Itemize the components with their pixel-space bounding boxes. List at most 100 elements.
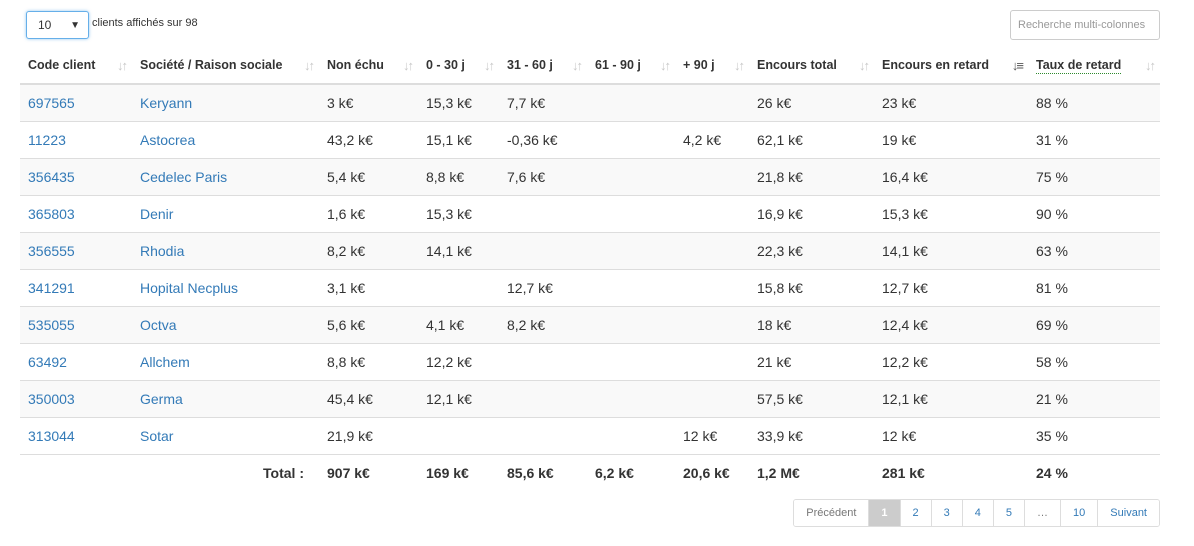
page-button[interactable]: 4 bbox=[961, 500, 993, 526]
cell-encours-total: 57,5 k€ bbox=[749, 379, 874, 417]
client-code-link[interactable]: 535055 bbox=[28, 317, 75, 333]
column-header-encours-retard[interactable]: Encours en retard ↓≡ bbox=[874, 47, 1028, 85]
company-link[interactable]: Germa bbox=[140, 391, 183, 407]
column-header-61-90j[interactable]: 61 - 90 j ↓↑ bbox=[587, 47, 675, 85]
cell-code-client: 356435 bbox=[20, 157, 132, 195]
cell-societe: Denir bbox=[132, 194, 319, 232]
total-label: Total : bbox=[20, 453, 319, 491]
column-header-label: + 90 j bbox=[683, 58, 715, 72]
cell-plus-90j bbox=[675, 194, 749, 232]
cell-code-client: 63492 bbox=[20, 342, 132, 380]
company-link[interactable]: Cedelec Paris bbox=[140, 169, 227, 185]
page-button[interactable]: 10 bbox=[1060, 500, 1098, 526]
cell-code-client: 11223 bbox=[20, 120, 132, 158]
company-link[interactable]: Astocrea bbox=[140, 132, 195, 148]
cell-61-90j bbox=[587, 231, 675, 269]
company-link[interactable]: Keryann bbox=[140, 95, 192, 111]
page-length-select[interactable]: 10 ▼ bbox=[26, 11, 89, 39]
column-header-label: Taux de retard bbox=[1036, 58, 1122, 74]
cell-encours-retard: 15,3 k€ bbox=[874, 194, 1028, 232]
cell-encours-total: 16,9 k€ bbox=[749, 194, 874, 232]
column-header-encours-total[interactable]: Encours total ↓↑ bbox=[749, 47, 874, 85]
page-button[interactable]: 3 bbox=[930, 500, 962, 526]
client-code-link[interactable]: 63492 bbox=[28, 354, 67, 370]
page-button[interactable]: 2 bbox=[899, 500, 931, 526]
next-page-button[interactable]: Suivant bbox=[1097, 500, 1159, 526]
cell-taux-retard: 75 % bbox=[1028, 157, 1160, 195]
client-code-link[interactable]: 11223 bbox=[28, 132, 66, 148]
cell-plus-90j: 12 k€ bbox=[675, 416, 749, 454]
column-header-31-60j[interactable]: 31 - 60 j ↓↑ bbox=[499, 47, 587, 85]
company-link[interactable]: Sotar bbox=[140, 428, 173, 444]
client-code-link[interactable]: 697565 bbox=[28, 95, 75, 111]
company-link[interactable]: Octva bbox=[140, 317, 177, 333]
cell-code-client: 350003 bbox=[20, 379, 132, 417]
previous-page-button[interactable]: Précédent bbox=[794, 500, 869, 526]
sort-icon: ↓↑ bbox=[304, 58, 315, 73]
cell-61-90j bbox=[587, 416, 675, 454]
page-button[interactable]: 1 bbox=[868, 500, 900, 526]
cell-encours-total: 21 k€ bbox=[749, 342, 874, 380]
table-row: 697565 Keryann 3 k€ 15,3 k€ 7,7 k€ 26 k€ 23 k€… bbox=[20, 83, 1160, 121]
cell-non-echu: 3,1 k€ bbox=[319, 268, 418, 306]
cell-0-30j: 14,1 k€ bbox=[418, 231, 499, 269]
column-header-societe[interactable]: Société / Raison sociale ↓↑ bbox=[132, 47, 319, 85]
cell-non-echu: 8,2 k€ bbox=[319, 231, 418, 269]
cell-plus-90j: 4,2 k€ bbox=[675, 120, 749, 158]
total-encours-total: 1,2 M€ bbox=[749, 453, 874, 491]
cell-61-90j bbox=[587, 194, 675, 232]
column-header-label: 0 - 30 j bbox=[426, 58, 465, 72]
client-code-link[interactable]: 341291 bbox=[28, 280, 75, 296]
search-input[interactable] bbox=[1010, 10, 1160, 40]
clients-table: Code client ↓↑ Société / Raison sociale ↓↑ N… bbox=[20, 47, 1160, 491]
cell-taux-retard: 90 % bbox=[1028, 194, 1160, 232]
cell-societe: Keryann bbox=[132, 83, 319, 121]
pagination: Précédent 1 2 3 4 5… 10 Suivant bbox=[793, 499, 1160, 527]
client-code-link[interactable]: 356555 bbox=[28, 243, 75, 259]
cell-61-90j bbox=[587, 83, 675, 121]
table-row: 11223 Astocrea 43,2 k€ 15,1 k€ -0,36 k€ 4,2 k… bbox=[20, 120, 1160, 158]
cell-societe: Rhodia bbox=[132, 231, 319, 269]
cell-31-60j bbox=[499, 416, 587, 454]
page-length-label: clients affichés sur 98 bbox=[92, 17, 198, 29]
column-header-plus-90j[interactable]: + 90 j ↓↑ bbox=[675, 47, 749, 85]
page-length-value: 10 bbox=[38, 18, 52, 32]
page-button[interactable]: 5 bbox=[992, 500, 1025, 526]
cell-encours-retard: 12,7 k€ bbox=[874, 268, 1028, 306]
client-code-link[interactable]: 365803 bbox=[28, 206, 75, 222]
client-code-link[interactable]: 350003 bbox=[28, 391, 75, 407]
table-toolbar: 10 ▼ clients affichés sur 98 bbox=[26, 10, 1160, 40]
company-link[interactable]: Denir bbox=[140, 206, 173, 222]
cell-taux-retard: 88 % bbox=[1028, 83, 1160, 121]
cell-plus-90j bbox=[675, 231, 749, 269]
cell-61-90j bbox=[587, 305, 675, 343]
cell-code-client: 697565 bbox=[20, 83, 132, 121]
company-link[interactable]: Allchem bbox=[140, 354, 190, 370]
cell-societe: Astocrea bbox=[132, 120, 319, 158]
sort-icon: ↓↑ bbox=[572, 58, 583, 73]
pagination-ellipsis: … bbox=[1024, 500, 1061, 526]
column-header-non-echu[interactable]: Non échu ↓↑ bbox=[319, 47, 418, 85]
cell-non-echu: 45,4 k€ bbox=[319, 379, 418, 417]
cell-code-client: 535055 bbox=[20, 305, 132, 343]
column-header-code-client[interactable]: Code client ↓↑ bbox=[20, 47, 132, 85]
table-row: 63492 Allchem 8,8 k€ 12,2 k€ 21 k€ 12,2 k€ 58 … bbox=[20, 342, 1160, 380]
sort-icon: ↓↑ bbox=[859, 58, 870, 73]
cell-plus-90j bbox=[675, 157, 749, 195]
cell-0-30j: 15,3 k€ bbox=[418, 194, 499, 232]
cell-non-echu: 5,4 k€ bbox=[319, 157, 418, 195]
sort-icon: ↓↑ bbox=[734, 58, 745, 73]
column-header-taux-retard[interactable]: Taux de retard ↓↑ bbox=[1028, 47, 1160, 85]
company-link[interactable]: Hopital Necplus bbox=[140, 280, 238, 296]
client-code-link[interactable]: 313044 bbox=[28, 428, 75, 444]
sort-desc-icon: ↓≡ bbox=[1011, 58, 1024, 73]
cell-encours-total: 22,3 k€ bbox=[749, 231, 874, 269]
cell-code-client: 365803 bbox=[20, 194, 132, 232]
company-link[interactable]: Rhodia bbox=[140, 243, 184, 259]
column-header-0-30j[interactable]: 0 - 30 j ↓↑ bbox=[418, 47, 499, 85]
client-code-link[interactable]: 356435 bbox=[28, 169, 75, 185]
cell-plus-90j bbox=[675, 379, 749, 417]
sort-icon: ↓↑ bbox=[660, 58, 671, 73]
total-31-60j: 85,6 k€ bbox=[499, 453, 587, 491]
cell-31-60j bbox=[499, 342, 587, 380]
